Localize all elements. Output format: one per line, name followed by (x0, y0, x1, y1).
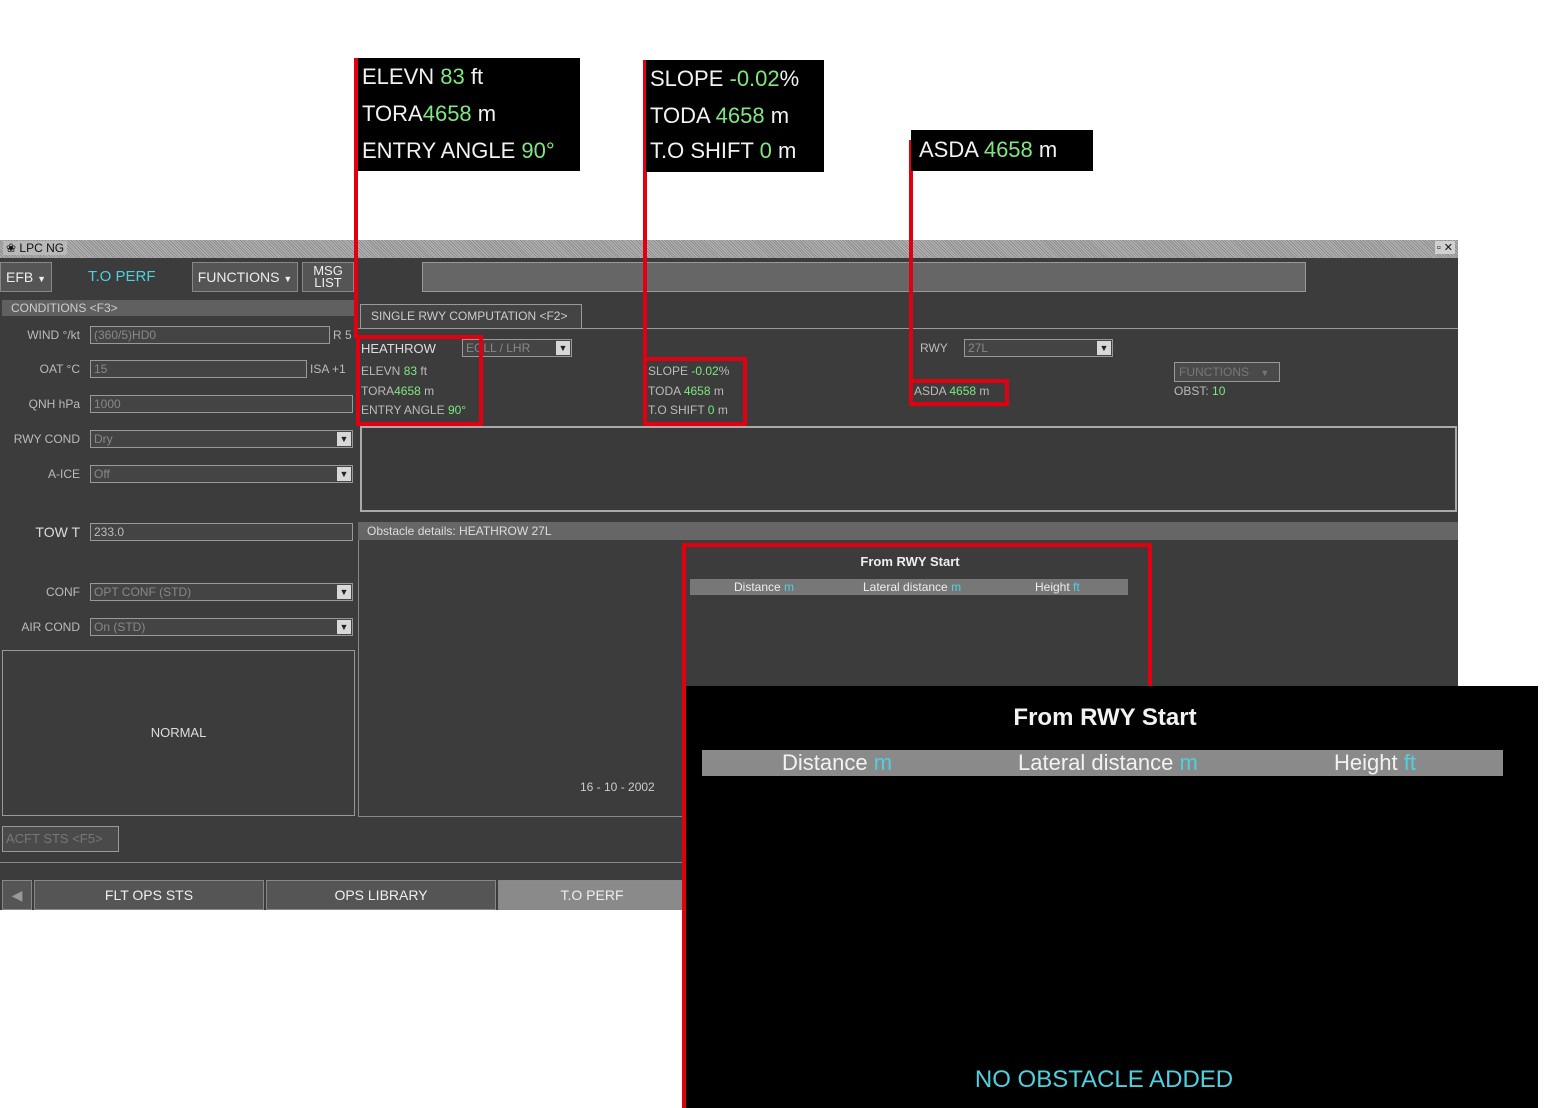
obstacle-header: Obstacle details: HEATHROW 27L (358, 522, 1458, 540)
obst-row: OBST: 10 (1174, 384, 1226, 398)
qnh-input[interactable]: 1000 (90, 395, 353, 413)
chevron-down-icon: ▼ (337, 585, 351, 599)
rwy-cond-select[interactable]: Dry ▼ (90, 430, 353, 448)
tow-label: TOW T (35, 524, 80, 540)
title-bar: ❀ LPC NG ▫ ✕ (0, 240, 1458, 258)
msg-list-button[interactable]: MSG LIST (302, 262, 354, 292)
chevron-down-icon: ▼ (337, 432, 351, 446)
oat-label: OAT °C (39, 362, 80, 376)
efb-menu-button[interactable]: EFB ▼ (0, 262, 52, 292)
obstacle-table-header: Distance m Lateral distance m Height ft (702, 750, 1503, 776)
chevron-down-icon: ▼ (556, 341, 570, 355)
status-panel: NORMAL (2, 650, 355, 816)
tow-input[interactable]: 233.0 (90, 523, 353, 541)
conf-label: CONF (46, 585, 80, 599)
zoom-callout-asda: ASDA 4658 m (911, 130, 1093, 171)
zoom-callout-elevn: ELEVN 83 ft TORA4658 m ENTRY ANGLE 90° (358, 58, 580, 171)
highlight-slope-toda-shift (643, 357, 747, 426)
isa-deviation: ISA +1 (310, 362, 346, 376)
scroll-left-icon[interactable]: ◀ (2, 880, 32, 910)
highlight-obstacle-table (682, 543, 1152, 689)
app-logo-icon: ❀ (6, 241, 17, 255)
footer-divider (0, 862, 686, 863)
chevron-down-icon: ▼ (1260, 368, 1270, 378)
rwy-functions-button[interactable]: FUNCTIONS ▼ (1174, 362, 1280, 382)
callout-line-right (909, 140, 913, 380)
status-text: NORMAL (150, 725, 207, 740)
from-rwy-start-label: From RWY Start (1013, 704, 1197, 731)
qnh-label: QNH hPa (28, 397, 80, 411)
chevron-down-icon: ▼ (337, 620, 351, 634)
conditions-header: CONDITIONS <F3> (2, 300, 354, 316)
functions-menu-button[interactable]: FUNCTIONS ▼ (192, 262, 298, 292)
tab-single-rwy-computation[interactable]: SINGLE RWY COMPUTATION <F2> (360, 304, 582, 328)
wind-label: WIND °/kt (27, 328, 80, 342)
rwy-select[interactable]: 27L ▼ (964, 339, 1113, 357)
obstacle-bottom-border (358, 816, 686, 817)
air-cond-label: AIR COND (21, 620, 80, 634)
rwy-label: RWY (920, 341, 948, 355)
computation-results-area (360, 426, 1457, 512)
oat-input[interactable]: 15 (90, 360, 307, 378)
chevron-down-icon: ▼ (283, 274, 293, 284)
mode-title: T.O PERF (88, 268, 156, 285)
chevron-down-icon: ▼ (337, 467, 351, 481)
obstacle-left-border (358, 540, 359, 816)
highlight-asda (909, 379, 1009, 406)
message-bar (422, 262, 1306, 292)
conf-select[interactable]: OPT CONF (STD) ▼ (90, 583, 353, 601)
tab-flt-ops-sts[interactable]: FLT OPS STS (34, 880, 264, 910)
chevron-down-icon: ▼ (37, 274, 47, 284)
zoom-callout-obstacles: From RWY Start Distance m Lateral distan… (686, 686, 1538, 1108)
zoom-callout-slope: SLOPE -0.02% TODA 4658 m T.O SHIFT 0 m (646, 60, 824, 172)
a-ice-select[interactable]: Off ▼ (90, 465, 353, 483)
chevron-down-icon: ▼ (1097, 341, 1111, 355)
highlight-elevn-tora-entry (356, 335, 483, 426)
wind-input[interactable]: (360/5)HD0 (90, 326, 330, 344)
tab-divider (358, 328, 1458, 329)
window-title: ❀ LPC NG (3, 241, 68, 255)
rwy-cond-label: RWY COND (13, 432, 80, 446)
air-cond-select[interactable]: On (STD) ▼ (90, 618, 353, 636)
tab-to-perf[interactable]: T.O PERF (498, 880, 686, 910)
a-ice-label: A-ICE (47, 467, 80, 481)
no-obstacle-message: NO OBSTACLE ADDED (974, 1066, 1234, 1093)
tab-ops-library[interactable]: OPS LIBRARY (266, 880, 496, 910)
acft-sts-button[interactable]: ACFT STS <F5> (2, 826, 119, 852)
wind-runway-suffix: R 5 (333, 328, 352, 342)
date-text: 16 - 10 - 2002 (580, 780, 655, 794)
window-controls[interactable]: ▫ ✕ (1434, 241, 1455, 254)
